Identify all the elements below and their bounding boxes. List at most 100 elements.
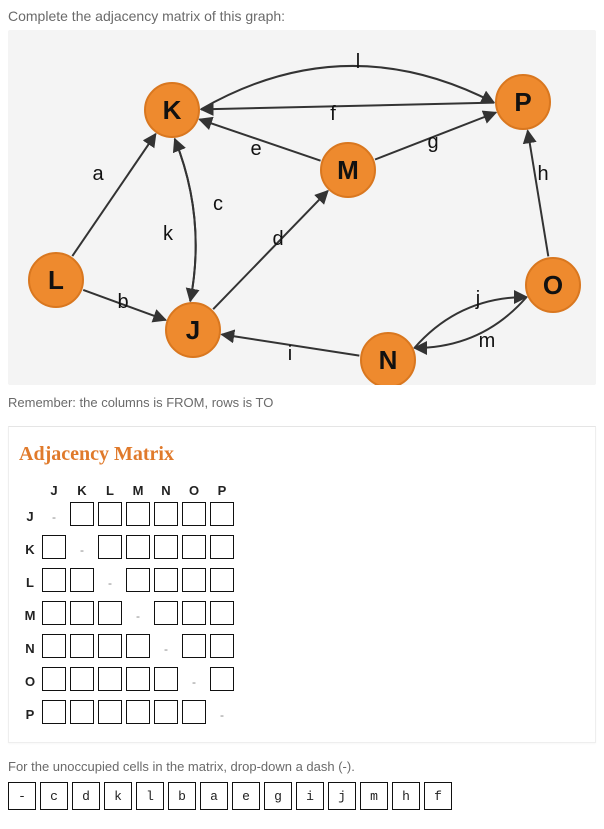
matrix-cell-slot[interactable] bbox=[182, 601, 206, 625]
answer-tile[interactable]: c bbox=[40, 782, 68, 810]
matrix-cell-fixed: - bbox=[70, 538, 94, 562]
matrix-cell-slot[interactable] bbox=[70, 568, 94, 592]
matrix-cell-slot[interactable] bbox=[210, 568, 234, 592]
graph-edge bbox=[201, 103, 494, 110]
matrix-cell-slot[interactable] bbox=[98, 700, 122, 724]
matrix-cell-slot[interactable] bbox=[98, 667, 122, 691]
row-header: M bbox=[21, 600, 39, 631]
prompt-text: Complete the adjacency matrix of this gr… bbox=[8, 8, 596, 24]
matrix-cell-slot[interactable] bbox=[42, 667, 66, 691]
matrix-cell-slot[interactable] bbox=[182, 634, 206, 658]
graph-node-label: N bbox=[379, 345, 398, 375]
graph-edge-label: l bbox=[356, 51, 360, 73]
matrix-cell-slot[interactable] bbox=[126, 502, 150, 526]
matrix-cell-slot[interactable] bbox=[210, 667, 234, 691]
row-header: P bbox=[21, 699, 39, 730]
answer-tile[interactable]: a bbox=[200, 782, 228, 810]
matrix-cell-slot[interactable] bbox=[98, 535, 122, 559]
graph-node-label: J bbox=[186, 315, 200, 345]
matrix-cell-slot[interactable] bbox=[182, 568, 206, 592]
col-header: J bbox=[41, 482, 67, 499]
matrix-cell-slot[interactable] bbox=[126, 535, 150, 559]
matrix-cell-slot[interactable] bbox=[210, 535, 234, 559]
matrix-cell-slot[interactable] bbox=[98, 601, 122, 625]
matrix-cell-slot[interactable] bbox=[126, 667, 150, 691]
matrix-cell-slot[interactable] bbox=[154, 535, 178, 559]
matrix-cell-slot[interactable] bbox=[70, 700, 94, 724]
matrix-cell-slot[interactable] bbox=[70, 601, 94, 625]
row-header: O bbox=[21, 666, 39, 697]
matrix-cell-slot[interactable] bbox=[182, 700, 206, 724]
matrix-cell-slot[interactable] bbox=[182, 535, 206, 559]
matrix-cell-slot[interactable] bbox=[70, 667, 94, 691]
matrix-cell-slot[interactable] bbox=[126, 700, 150, 724]
matrix-cell-slot[interactable] bbox=[210, 601, 234, 625]
answer-tile[interactable]: k bbox=[104, 782, 132, 810]
graph-node-label: O bbox=[543, 270, 563, 300]
footer-text: For the unoccupied cells in the matrix, … bbox=[8, 759, 596, 774]
matrix-cell-slot[interactable] bbox=[126, 634, 150, 658]
answer-tile[interactable]: g bbox=[264, 782, 292, 810]
answer-tile[interactable]: m bbox=[360, 782, 388, 810]
matrix-cell-slot[interactable] bbox=[98, 502, 122, 526]
matrix-cell-fixed: - bbox=[182, 670, 206, 694]
matrix-cell-slot[interactable] bbox=[154, 502, 178, 526]
graph-node-label: L bbox=[48, 265, 64, 295]
matrix-cell-slot[interactable] bbox=[154, 568, 178, 592]
answer-tile[interactable]: i bbox=[296, 782, 324, 810]
col-header: L bbox=[97, 482, 123, 499]
answer-tile[interactable]: - bbox=[8, 782, 36, 810]
answer-tile[interactable]: h bbox=[392, 782, 420, 810]
matrix-cell-slot[interactable] bbox=[126, 568, 150, 592]
answer-tile[interactable]: f bbox=[424, 782, 452, 810]
matrix-cell-slot[interactable] bbox=[42, 535, 66, 559]
col-header: K bbox=[69, 482, 95, 499]
graph-edge-label: h bbox=[537, 163, 548, 185]
graph-edge-label: i bbox=[288, 343, 292, 365]
matrix-cell-slot[interactable] bbox=[210, 634, 234, 658]
graph-node-label: M bbox=[337, 155, 359, 185]
answer-tile[interactable]: d bbox=[72, 782, 100, 810]
matrix-cell-slot[interactable] bbox=[98, 634, 122, 658]
matrix-cell-fixed: - bbox=[210, 703, 234, 727]
row-header: K bbox=[21, 534, 39, 565]
graph-edge-label: c bbox=[213, 193, 223, 215]
col-header: M bbox=[125, 482, 151, 499]
tiles-row: -cdklbaegijmhf bbox=[8, 782, 596, 810]
graph-edge-label: b bbox=[117, 291, 128, 313]
matrix-cell-fixed: - bbox=[126, 604, 150, 628]
matrix-cell-slot[interactable] bbox=[210, 502, 234, 526]
matrix-cell-slot[interactable] bbox=[70, 634, 94, 658]
col-header: O bbox=[181, 482, 207, 499]
graph-node-label: P bbox=[514, 87, 531, 117]
graph-edge bbox=[72, 134, 155, 256]
graph-edge-label: k bbox=[163, 223, 174, 245]
graph-edge-label: a bbox=[92, 163, 104, 185]
graph-edge bbox=[175, 139, 196, 301]
answer-tile[interactable]: e bbox=[232, 782, 260, 810]
graph-svg: KPMLJNO abckdefghijml bbox=[8, 30, 596, 385]
matrix-cell-slot[interactable] bbox=[154, 601, 178, 625]
matrix-cell-slot[interactable] bbox=[42, 601, 66, 625]
matrix-cell-slot[interactable] bbox=[70, 502, 94, 526]
answer-tile[interactable]: j bbox=[328, 782, 356, 810]
matrix-cell-slot[interactable] bbox=[42, 700, 66, 724]
matrix-panel: Adjacency Matrix JKLMNOP J-K-L-M-N-O-P- bbox=[8, 426, 596, 743]
graph-edge bbox=[528, 131, 549, 257]
matrix-cell-fixed: - bbox=[154, 637, 178, 661]
graph-edge-label: d bbox=[272, 228, 283, 250]
graph-edge-label: e bbox=[250, 138, 261, 160]
answer-tile[interactable]: b bbox=[168, 782, 196, 810]
graph-panel: KPMLJNO abckdefghijml bbox=[8, 30, 596, 385]
matrix-cell-slot[interactable] bbox=[42, 568, 66, 592]
graph-edge bbox=[213, 191, 328, 309]
matrix-cell-slot[interactable] bbox=[154, 700, 178, 724]
matrix-cell-slot[interactable] bbox=[182, 502, 206, 526]
graph-edge-label: f bbox=[330, 103, 336, 125]
matrix-cell-slot[interactable] bbox=[42, 634, 66, 658]
answer-tile[interactable]: l bbox=[136, 782, 164, 810]
row-header: N bbox=[21, 633, 39, 664]
matrix-cell-slot[interactable] bbox=[154, 667, 178, 691]
matrix-cell-fixed: - bbox=[98, 571, 122, 595]
row-header: J bbox=[21, 501, 39, 532]
